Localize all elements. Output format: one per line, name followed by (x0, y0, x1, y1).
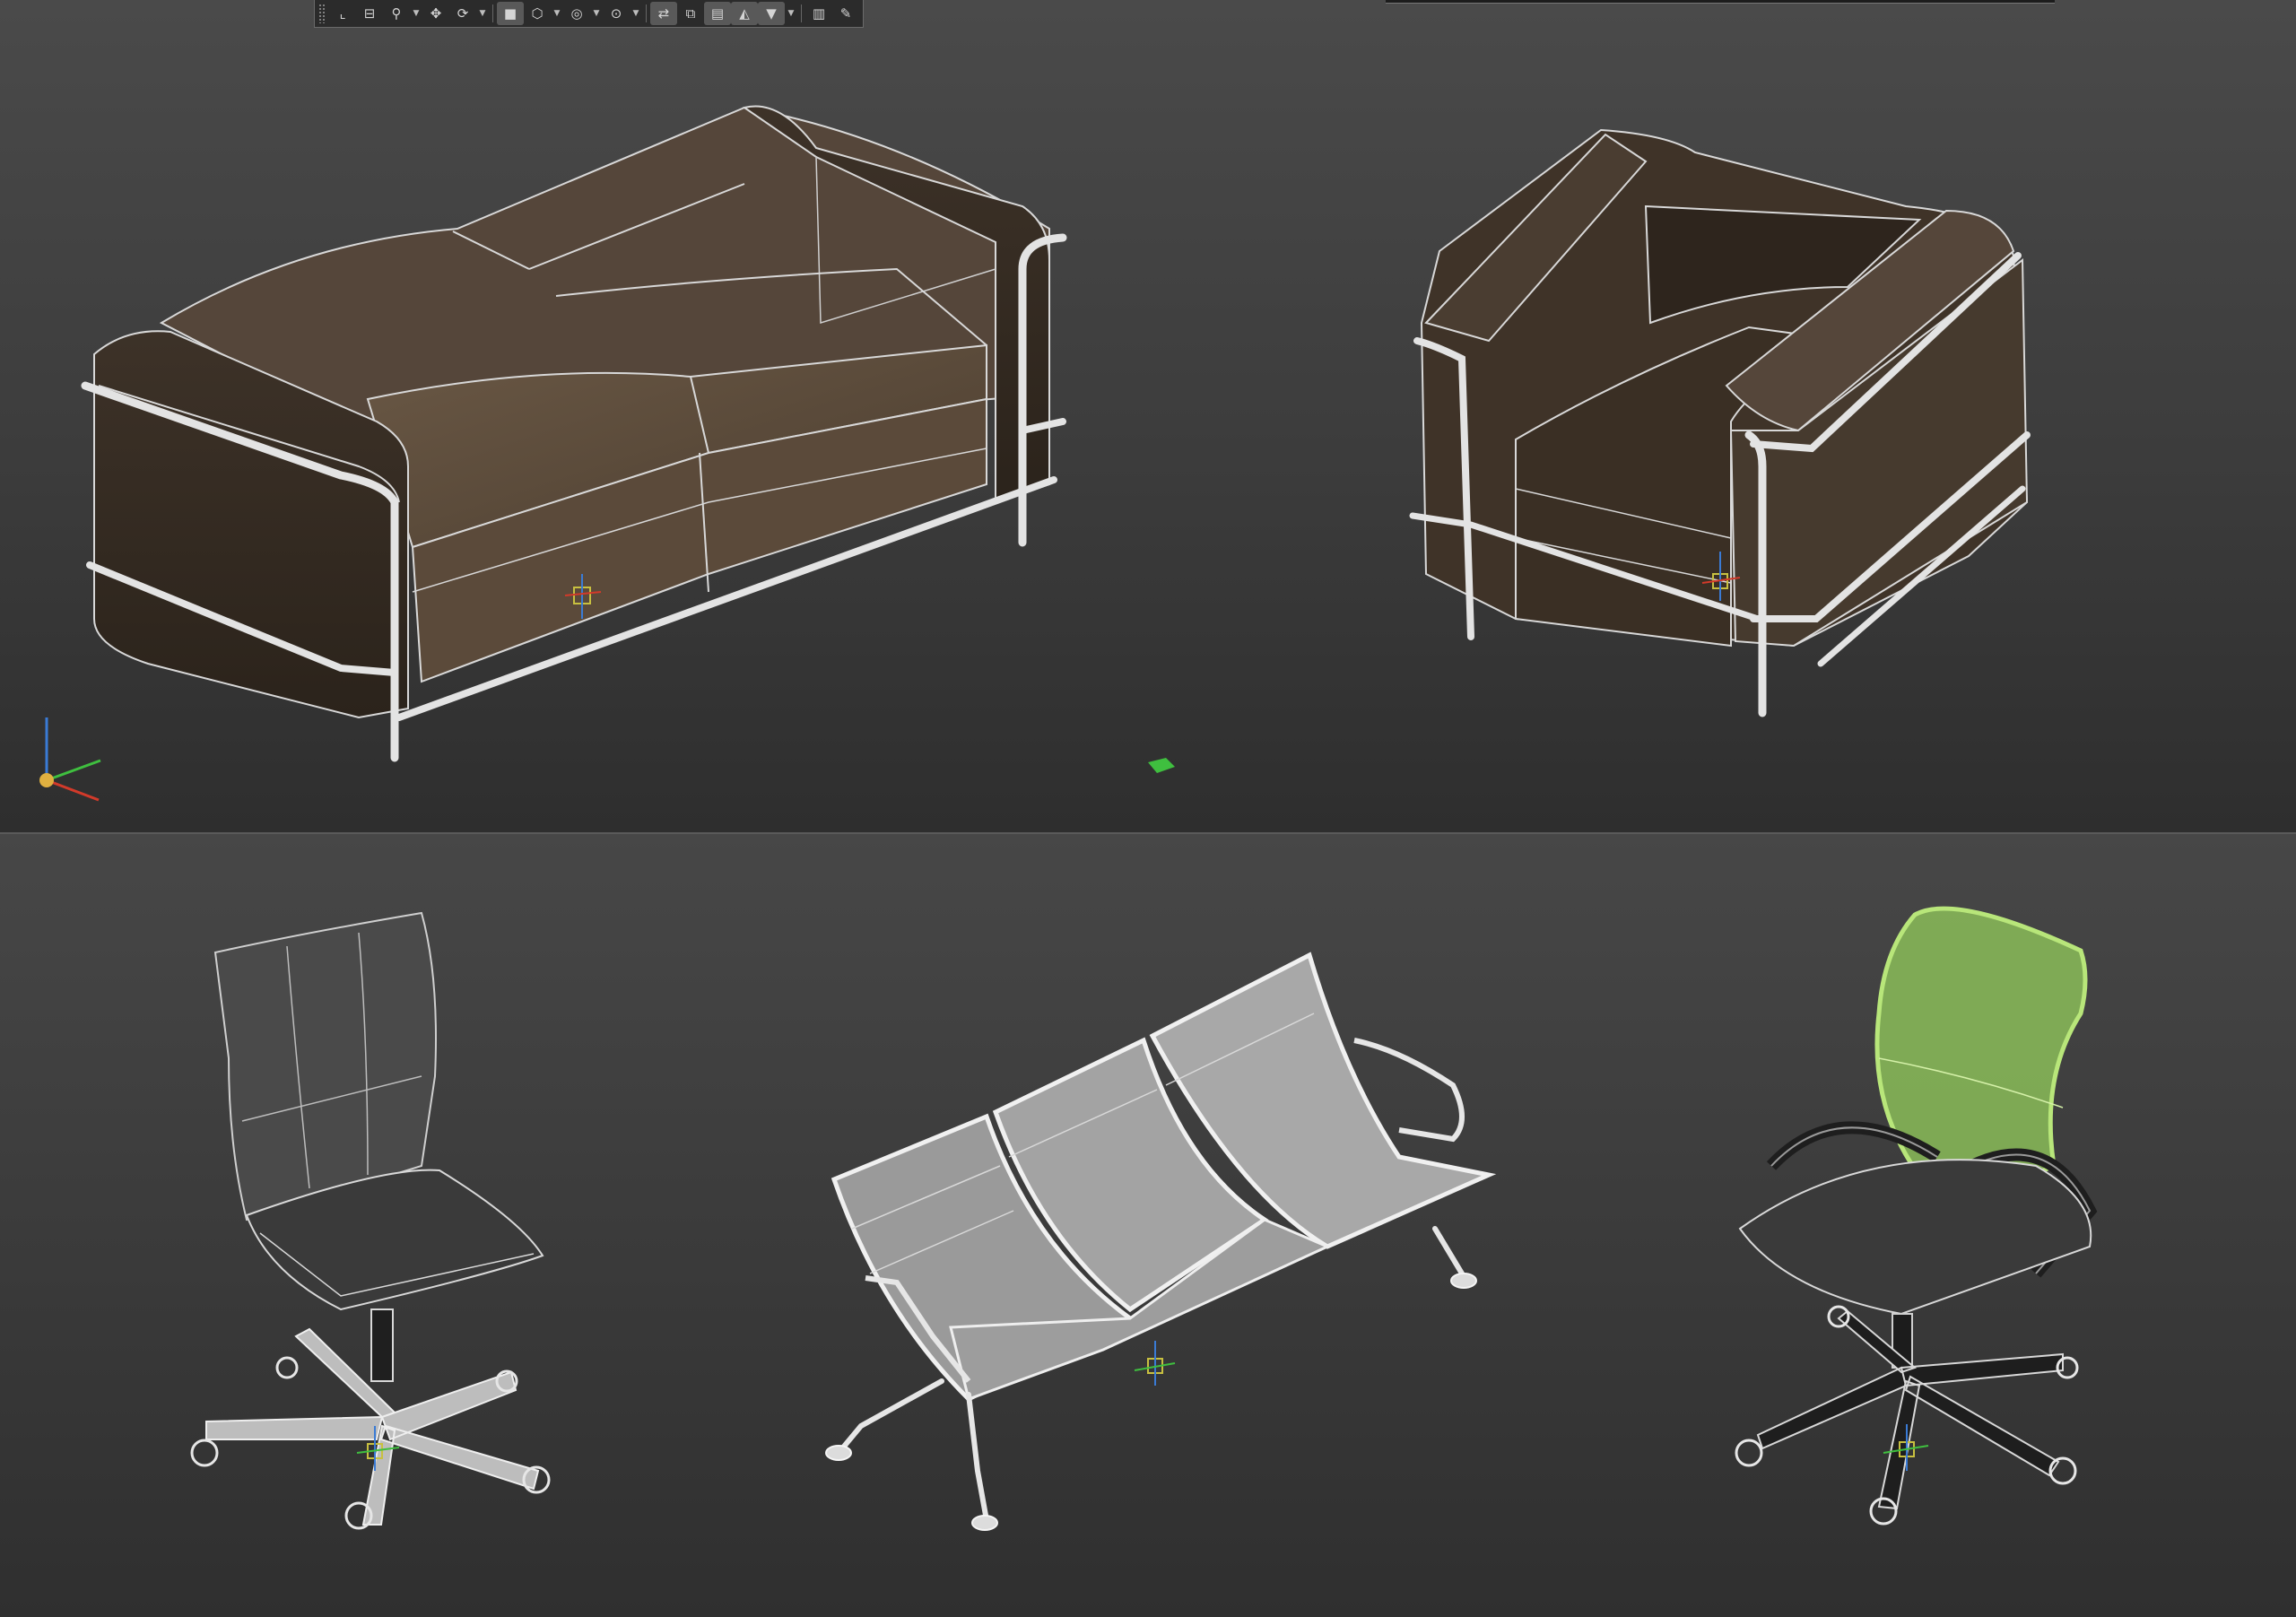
viewport-bottom-scene[interactable] (0, 834, 2296, 1617)
office-swivel-chair[interactable] (190, 911, 551, 1530)
dropdown-arrow-icon[interactable]: ▼ (410, 2, 422, 25)
dropdown-arrow-icon[interactable]: ▼ (785, 2, 797, 25)
dropdown-arrow-icon[interactable]: ▼ (590, 2, 603, 25)
mesh-office-chair[interactable] (1735, 906, 2098, 1526)
snap-icon[interactable]: ⇄ (650, 2, 677, 25)
grid-origin-icon (1148, 758, 1175, 773)
select-by-name-icon[interactable]: ⊟ (356, 2, 383, 25)
wireframe-mode-icon[interactable]: ⬡ (524, 2, 551, 25)
align-icon[interactable]: ⧉ (677, 2, 704, 25)
viewport-top-scene[interactable] (0, 0, 2296, 832)
isolate-icon[interactable]: ◎ (563, 2, 590, 25)
shaded-mode-icon[interactable]: ■ (497, 2, 524, 25)
toolbar-separator (646, 4, 647, 22)
toolbar-separator (801, 4, 802, 22)
ribbon-strip (1386, 0, 2055, 4)
armchair[interactable] (1409, 128, 2031, 717)
hide-icon[interactable]: ⊙ (603, 2, 630, 25)
pan-icon[interactable]: ✥ (422, 2, 449, 25)
dropdown-arrow-icon[interactable]: ▼ (551, 2, 563, 25)
viewport-top[interactable] (0, 0, 2296, 832)
eyedropper-icon[interactable]: ✎ (832, 2, 859, 25)
dropdown-arrow-icon[interactable]: ▼ (630, 2, 642, 25)
zoom-icon[interactable]: ⚲ (383, 2, 410, 25)
three-seat-bench[interactable] (825, 952, 1497, 1531)
axis-gizmo-icon (39, 717, 101, 802)
toolbar-separator (492, 4, 493, 22)
toolbar-buttons: ⌞ ⊟ ⚲ ▼ ✥ ⟳ ▼ ■ ⬡ ▼ ◎ ▼ ⊙ ▼ ⇄ ⧉ ▤ ◭ ▼ ▼ ▥ ✎ (329, 2, 859, 25)
two-seat-sofa[interactable] (81, 105, 1067, 762)
render-setup-icon[interactable]: ▥ (805, 2, 832, 25)
toolbar-grip-icon[interactable] (318, 4, 326, 23)
filter-icon[interactable]: ▼ (758, 2, 785, 25)
dropdown-arrow-icon[interactable]: ▼ (476, 2, 489, 25)
layer-manager-icon[interactable]: ▤ (704, 2, 731, 25)
orbit-icon[interactable]: ⟳ (449, 2, 476, 25)
viewport-toolbar[interactable]: ⌞ ⊟ ⚲ ▼ ✥ ⟳ ▼ ■ ⬡ ▼ ◎ ▼ ⊙ ▼ ⇄ ⧉ ▤ ◭ ▼ ▼ ▥ ✎ (314, 0, 864, 28)
select-object-icon[interactable]: ⌞ (329, 2, 356, 25)
viewport-bottom[interactable] (0, 834, 2296, 1617)
scene-explorer-icon[interactable]: ◭ (731, 2, 758, 25)
